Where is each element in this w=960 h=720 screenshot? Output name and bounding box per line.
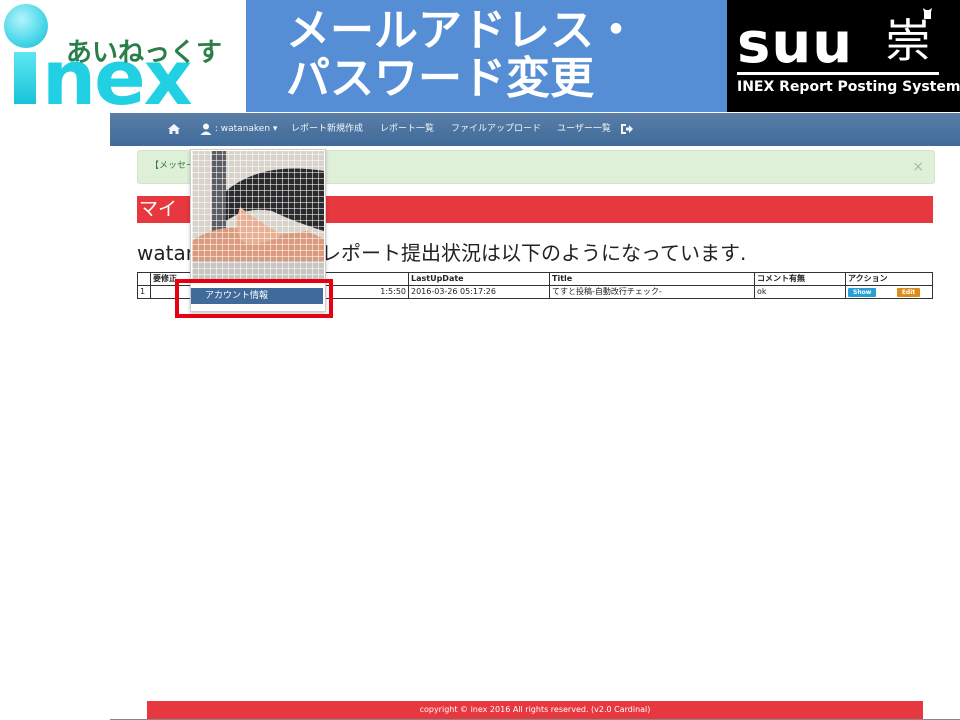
cell-lastupdate: 2016-03-26 05:17:26 (408, 285, 550, 299)
cell-title: てすと投稿-自動改行チェック- (549, 285, 755, 299)
cat-icon (921, 6, 935, 23)
nav-report-list[interactable]: レポート一覧 (380, 113, 434, 146)
cell-comment: ok (754, 285, 846, 299)
user-icon (200, 123, 212, 135)
suu-wordmark: suu (737, 11, 854, 76)
cell-id: 1 (137, 285, 151, 299)
navbar: : watanaken ▾ レポート新規作成 レポート一覧 ファイルアップロード… (110, 113, 960, 146)
avatar-pixel-grid (192, 151, 324, 281)
app-screenshot: : watanaken ▾ レポート新規作成 レポート一覧 ファイルアップロード… (110, 113, 960, 720)
suu-kanji: 崇 (885, 14, 931, 68)
user-menu-toggle[interactable]: : watanaken ▾ (200, 113, 277, 146)
inex-logo: nex あいねっくす (0, 0, 246, 116)
page-banner-title: マイ (139, 198, 178, 220)
footer: copyright © inex 2016 All rights reserve… (147, 701, 923, 719)
avatar (192, 151, 324, 281)
home-icon[interactable] (167, 113, 181, 146)
cell-actions: Show Edit (845, 285, 933, 299)
user-label: : watanaken (214, 124, 271, 134)
alert-text: 【メッセー (150, 161, 196, 171)
nav-file-upload[interactable]: ファイルアップロード (451, 113, 541, 146)
suu-subtitle: INEX Report Posting System (737, 79, 960, 95)
slide-title-line2: パスワード変更 (286, 53, 594, 104)
suu-logo: suu 崇 INEX Report Posting System (727, 0, 960, 112)
status-heading-text: レポート提出状況は以下のようになっています. (321, 241, 747, 265)
slide-title-line1: メールアドレス・ (286, 5, 638, 56)
sign-out-icon[interactable] (620, 113, 634, 146)
logo-kana: あいねっくす (66, 38, 223, 68)
col-header-lastupdate: LastUpDate (408, 272, 550, 286)
col-header-comment: コメント有無 (754, 272, 846, 286)
nav-user-list[interactable]: ユーザー一覧 (557, 113, 611, 146)
edit-button[interactable]: Edit (896, 288, 921, 297)
col-header-id (137, 272, 151, 286)
highlight-annotation (175, 279, 333, 318)
col-header-action: アクション (845, 272, 933, 286)
show-button[interactable]: Show (848, 288, 877, 297)
close-icon[interactable]: × (912, 151, 924, 183)
caret-down-icon: ▾ (272, 124, 278, 134)
nav-new-report[interactable]: レポート新規作成 (291, 113, 363, 146)
col-header-title: Title (549, 272, 755, 286)
slide-title: メールアドレス・ パスワード変更 (246, 0, 727, 112)
suu-divider (737, 72, 939, 75)
logo-i-stem (14, 52, 36, 104)
